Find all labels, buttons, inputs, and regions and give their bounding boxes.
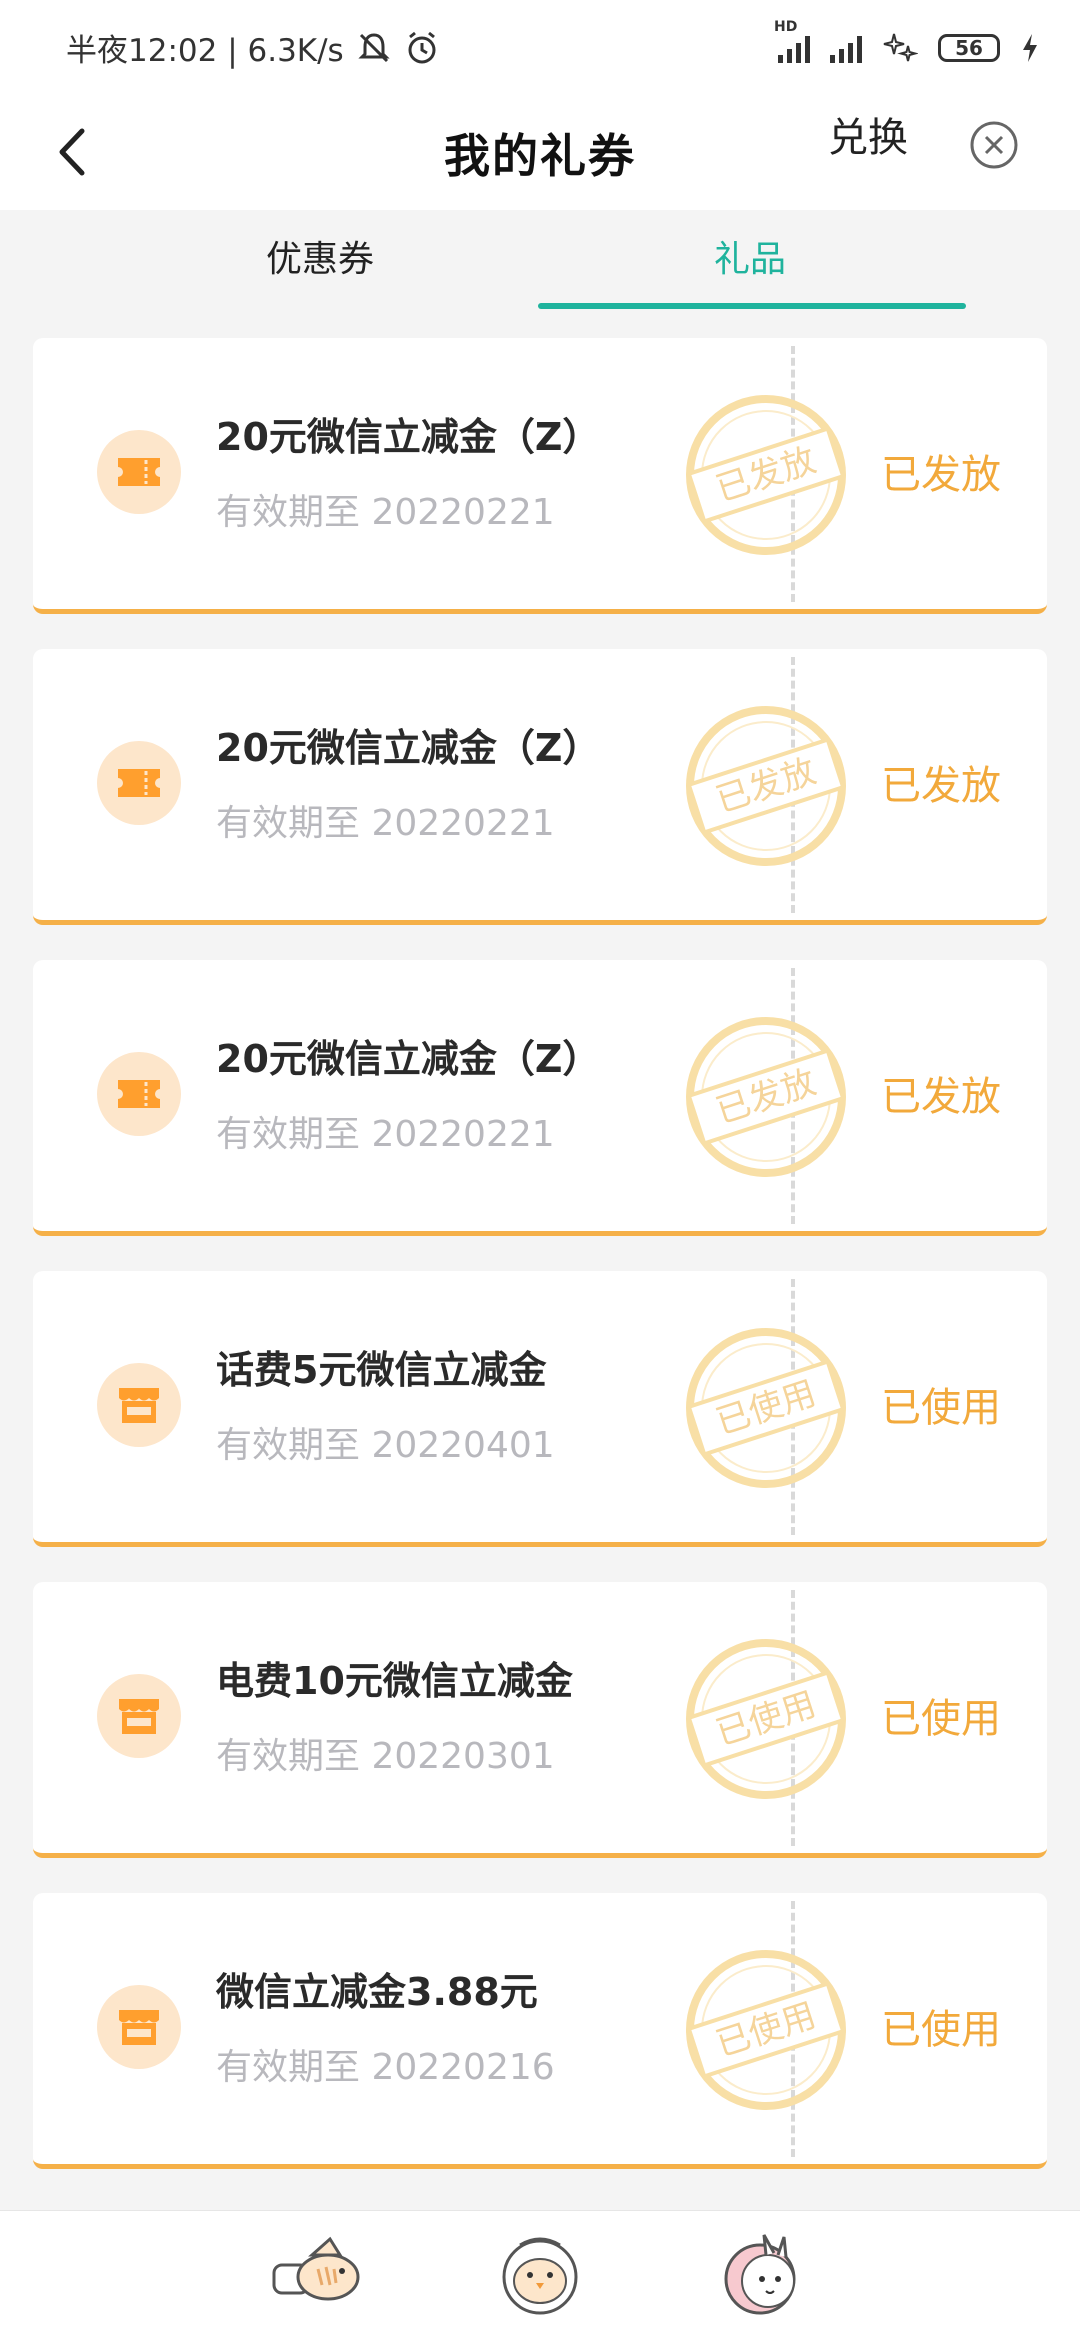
exchange-button[interactable]: 兑换 bbox=[828, 105, 908, 163]
gift-expiry: 有效期至 20220401 bbox=[216, 1425, 555, 1466]
gift-status: 已使用 bbox=[881, 1696, 1001, 1742]
signal-hd: HD bbox=[774, 19, 810, 63]
status-stamp-icon: 已发放 bbox=[686, 395, 846, 555]
gift-title: 20元微信立减金（Z） bbox=[216, 415, 601, 459]
page-title: 我的礼券 bbox=[444, 128, 636, 183]
gift-card-icon bbox=[97, 1363, 181, 1447]
gift-card-icon bbox=[97, 1985, 181, 2069]
battery-level: 56 bbox=[955, 35, 983, 60]
gift-card[interactable]: 20元微信立减金（Z） 有效期至 20220221 已发放 已发放 bbox=[33, 960, 1047, 1236]
bottom-nav bbox=[0, 2210, 1080, 2341]
status-time: 半夜12:02 | 6.3K/s bbox=[66, 33, 344, 69]
status-stamp-icon: 已发放 bbox=[686, 706, 846, 866]
tab-gifts[interactable]: 礼品 bbox=[714, 230, 786, 282]
battery-icon: 56 bbox=[938, 33, 1000, 62]
status-right: HD 56 bbox=[774, 19, 1040, 66]
status-stamp-icon: 已使用 bbox=[686, 1639, 846, 1799]
bunny-icon[interactable] bbox=[708, 2225, 808, 2325]
gift-title: 微信立减金3.88元 bbox=[216, 1970, 538, 2014]
gift-expiry: 有效期至 20220221 bbox=[216, 803, 555, 844]
gift-status: 已使用 bbox=[881, 1385, 1001, 1431]
shop-icon bbox=[119, 1388, 159, 1423]
gift-title: 20元微信立减金（Z） bbox=[216, 726, 601, 770]
back-arrow-icon[interactable] bbox=[40, 117, 110, 187]
tab-bar: 优惠券 礼品 bbox=[0, 210, 1080, 318]
ticket-icon bbox=[118, 769, 160, 797]
gift-card[interactable]: 电费10元微信立减金 有效期至 20220301 已使用 已使用 bbox=[33, 1582, 1047, 1858]
charging-icon bbox=[1023, 33, 1037, 62]
mute-icon bbox=[358, 32, 390, 62]
bird-icon[interactable] bbox=[490, 2225, 590, 2325]
gift-expiry: 有效期至 20220216 bbox=[216, 2047, 555, 2088]
alarm-icon bbox=[408, 31, 436, 63]
sparkle-icon bbox=[883, 33, 918, 61]
gift-expiry: 有效期至 20220301 bbox=[216, 1736, 555, 1777]
gift-card[interactable]: 20元微信立减金（Z） 有效期至 20220221 已发放 已发放 bbox=[33, 649, 1047, 925]
gift-expiry: 有效期至 20220221 bbox=[216, 1114, 555, 1155]
ticket-icon bbox=[118, 458, 160, 486]
gift-status: 已使用 bbox=[881, 2007, 1001, 2053]
gift-expiry: 有效期至 20220221 bbox=[216, 492, 555, 533]
fish-icon[interactable] bbox=[270, 2225, 370, 2325]
gift-status: 已发放 bbox=[881, 452, 1001, 498]
gift-card[interactable]: 微信立减金3.88元 有效期至 20220216 已使用 已使用 bbox=[33, 1893, 1047, 2169]
gift-card-icon bbox=[97, 741, 181, 825]
gift-card-icon bbox=[97, 1052, 181, 1136]
gift-card[interactable]: 话费5元微信立减金 有效期至 20220401 已使用 已使用 bbox=[33, 1271, 1047, 1547]
network-label: HD bbox=[774, 18, 798, 35]
gift-card-icon bbox=[97, 430, 181, 514]
gift-card[interactable]: 20元微信立减金（Z） 有效期至 20220221 已发放 已发放 bbox=[33, 338, 1047, 614]
signal-icon-2 bbox=[830, 33, 862, 63]
gift-title: 话费5元微信立减金 bbox=[216, 1348, 547, 1392]
shop-icon bbox=[119, 1699, 159, 1734]
status-stamp-icon: 已使用 bbox=[686, 1950, 846, 2110]
status-left: 半夜12:02 | 6.3K/s bbox=[66, 25, 440, 70]
gift-status: 已发放 bbox=[881, 1074, 1001, 1120]
tab-coupons[interactable]: 优惠券 bbox=[266, 230, 374, 282]
shop-icon bbox=[119, 2010, 159, 2045]
gift-list: 20元微信立减金（Z） 有效期至 20220221 已发放 已发放 20元微信立减金（Z… bbox=[33, 338, 1047, 2204]
status-stamp-icon: 已使用 bbox=[686, 1328, 846, 1488]
tab-active-indicator bbox=[538, 303, 966, 309]
top-bar: 我的礼券 兑换 bbox=[0, 95, 1080, 210]
close-icon[interactable] bbox=[966, 117, 1022, 173]
status-stamp-icon: 已发放 bbox=[686, 1017, 846, 1177]
status-bar: 半夜12:02 | 6.3K/s HD 56 bbox=[0, 0, 1080, 95]
gift-title: 电费10元微信立减金 bbox=[216, 1659, 573, 1703]
signal-icon bbox=[778, 33, 810, 63]
gift-status: 已发放 bbox=[881, 763, 1001, 809]
ticket-icon bbox=[118, 1080, 160, 1108]
gift-card-icon bbox=[97, 1674, 181, 1758]
gift-title: 20元微信立减金（Z） bbox=[216, 1037, 601, 1081]
